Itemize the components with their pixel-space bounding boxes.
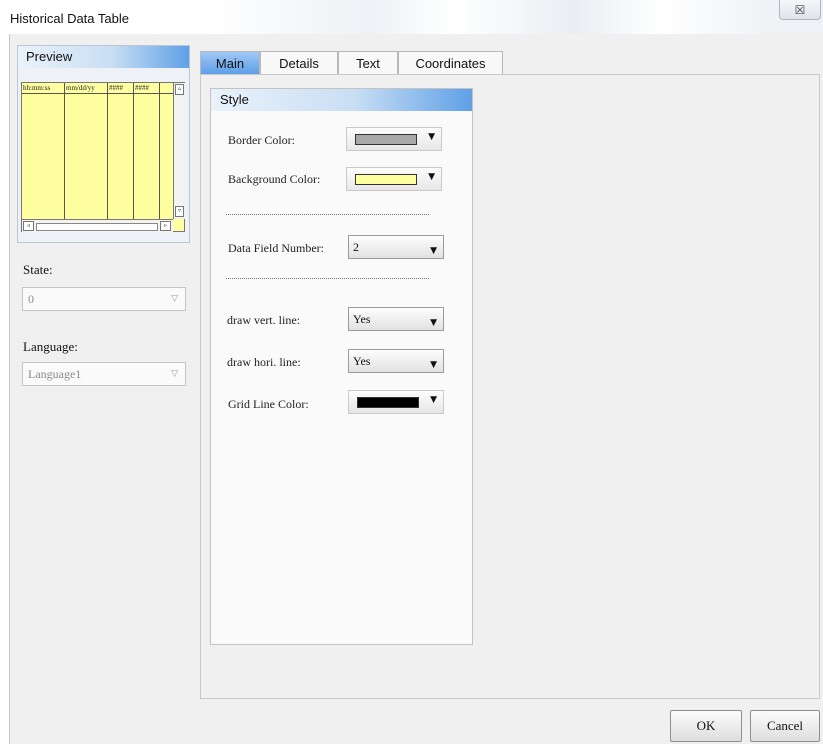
draw-vert-line-label: draw vert. line:: [227, 313, 300, 327]
language-value: Language1: [28, 367, 82, 381]
state-label: State:: [23, 262, 53, 277]
title-bar: Historical Data Table ☒: [0, 0, 823, 34]
close-icon: ☒: [794, 2, 806, 17]
grid-line-color-swatch: [357, 397, 419, 408]
ok-button[interactable]: OK: [670, 710, 742, 742]
chevron-down-icon: ▽: [171, 294, 178, 304]
state-combo: 0 ▽: [22, 287, 186, 311]
grid-line-color-label: Grid Line Color:: [228, 397, 309, 411]
dropdown-arrow-icon: ▼: [428, 172, 435, 182]
draw-vert-line-select[interactable]: Yes ▼: [348, 307, 444, 331]
dropdown-arrow-icon: ▼: [430, 246, 437, 256]
language-combo: Language1 ▽: [22, 362, 186, 386]
preview-header-row: hh:mm:ss mm/dd/yy #### ####: [22, 83, 173, 94]
preview-col-2: mm/dd/yy: [66, 84, 95, 92]
tab-text[interactable]: Text: [338, 51, 398, 74]
grid-line-color-picker[interactable]: ▼: [348, 390, 444, 414]
scroll-up-icon[interactable]: ▵: [175, 84, 184, 95]
background-color-picker[interactable]: ▼: [346, 167, 442, 191]
background-color-swatch: [355, 174, 417, 185]
scroll-right-icon[interactable]: ▹: [160, 221, 171, 231]
dropdown-arrow-icon: ▼: [430, 360, 437, 370]
language-label: Language:: [23, 339, 78, 354]
draw-hori-line-label: draw hori. line:: [227, 355, 301, 369]
tab-coordinates[interactable]: Coordinates: [398, 51, 503, 74]
scroll-left-icon[interactable]: ◃: [23, 221, 34, 231]
preview-vline: [133, 83, 134, 219]
preview-col-3: ####: [109, 84, 123, 92]
preview-horizontal-scrollbar[interactable]: ◃ ▹: [22, 219, 173, 232]
draw-hori-line-select[interactable]: Yes ▼: [348, 349, 444, 373]
scroll-down-icon[interactable]: ▿: [175, 206, 184, 217]
data-field-number-label: Data Field Number:: [228, 241, 324, 255]
preview-vertical-scrollbar[interactable]: ▵ ▿: [173, 83, 185, 219]
state-value: 0: [28, 292, 34, 306]
border-color-swatch: [355, 134, 417, 145]
tab-details[interactable]: Details: [260, 51, 338, 74]
dropdown-arrow-icon: ▼: [430, 318, 437, 328]
tab-main[interactable]: Main: [200, 51, 260, 74]
border-color-picker[interactable]: ▼: [346, 127, 442, 151]
close-button[interactable]: ☒: [779, 0, 821, 20]
dropdown-arrow-icon: ▼: [430, 395, 437, 405]
dropdown-arrow-icon: ▼: [428, 132, 435, 142]
preview-col-4: ####: [135, 84, 149, 92]
preview-group: Preview hh:mm:ss mm/dd/yy #### #### ▵ ▿ …: [17, 45, 190, 243]
draw-hori-line-value: Yes: [353, 354, 371, 368]
style-header: Style: [211, 89, 472, 111]
preview-vline: [107, 83, 108, 219]
background-color-label: Background Color:: [228, 172, 321, 186]
data-field-number-select[interactable]: 2 ▼: [348, 235, 444, 259]
window-title: Historical Data Table: [10, 11, 129, 26]
preview-vline: [159, 83, 160, 219]
preview-table: hh:mm:ss mm/dd/yy #### #### ▵ ▿ ◃ ▹: [21, 82, 185, 232]
draw-vert-line-value: Yes: [353, 312, 371, 326]
separator: [226, 278, 429, 279]
preview-grid: hh:mm:ss mm/dd/yy #### ####: [22, 83, 173, 219]
cancel-button[interactable]: Cancel: [750, 710, 820, 742]
data-field-number-value: 2: [353, 240, 359, 254]
scroll-thumb[interactable]: [36, 223, 158, 231]
chevron-down-icon: ▽: [171, 369, 178, 379]
separator: [226, 214, 429, 215]
border-color-label: Border Color:: [228, 133, 295, 147]
preview-header: Preview: [18, 46, 189, 68]
preview-col-1: hh:mm:ss: [23, 84, 51, 92]
preview-vline: [64, 83, 65, 219]
